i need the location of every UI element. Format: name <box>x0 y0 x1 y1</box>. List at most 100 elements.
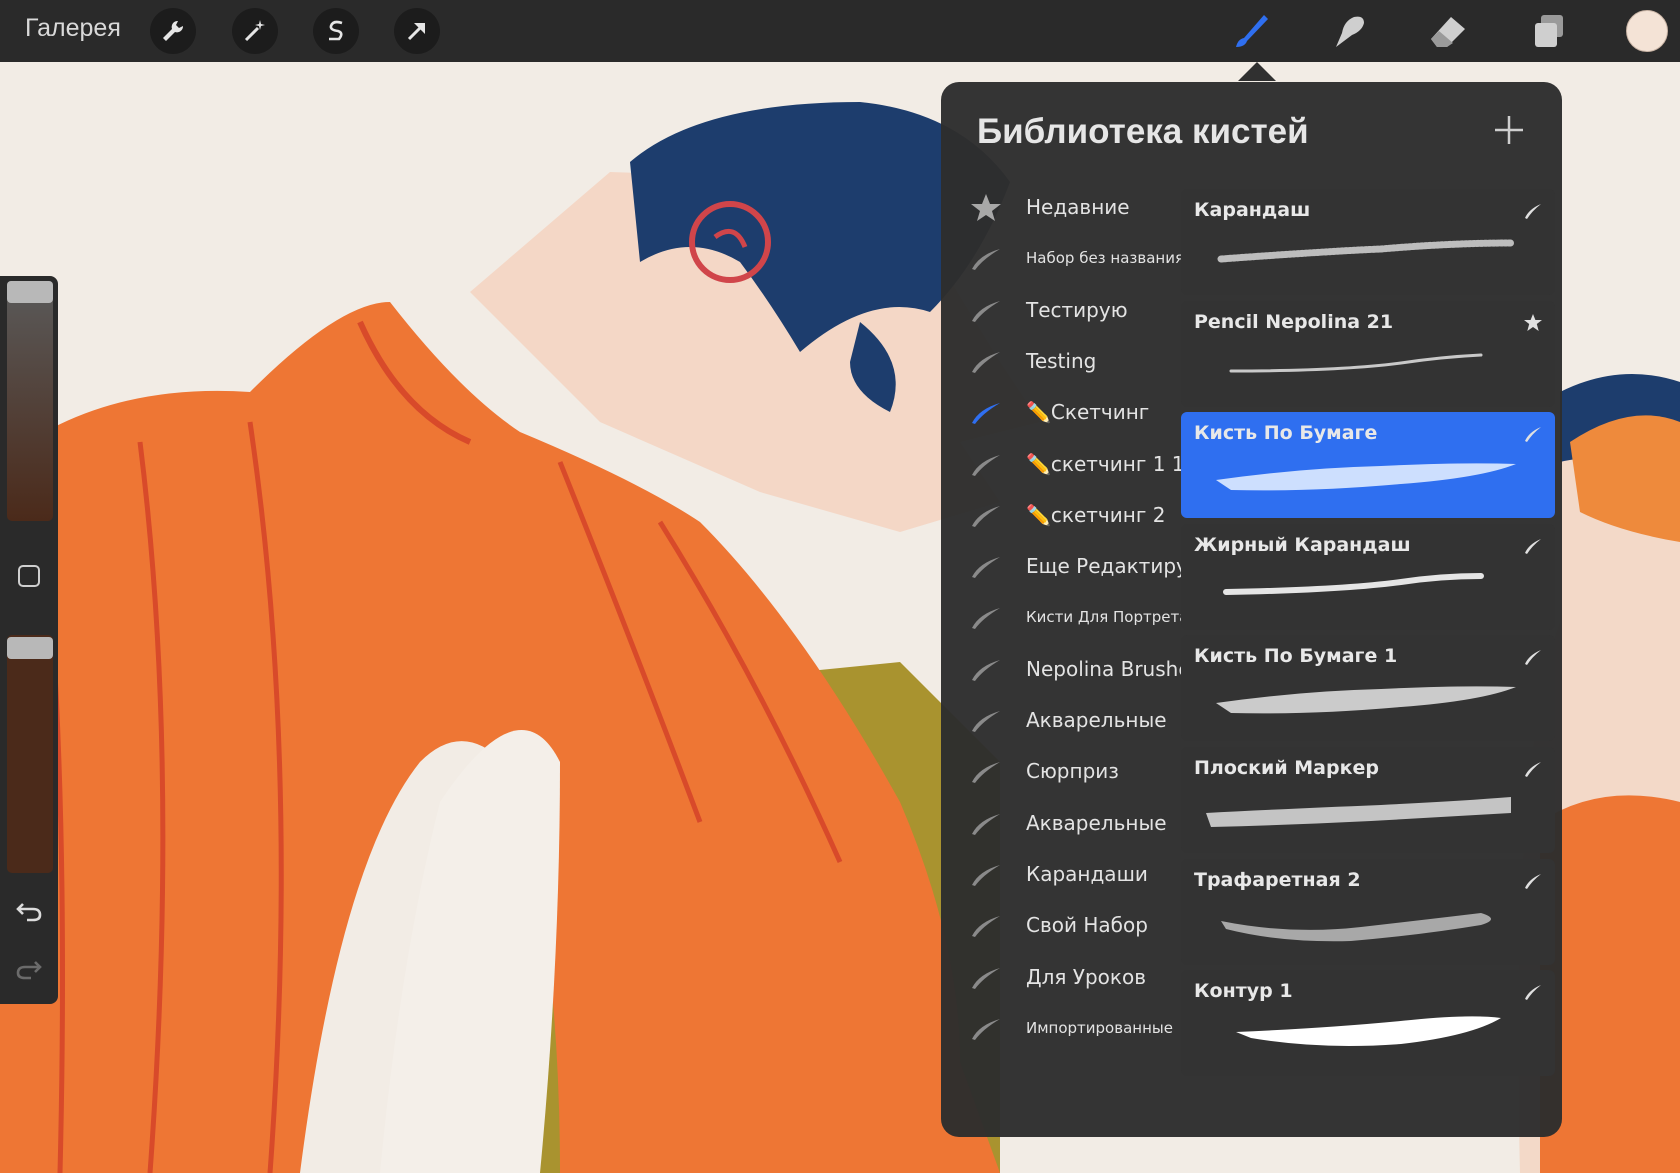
left-sidebar <box>0 276 58 1004</box>
star-icon <box>971 194 1001 221</box>
opacity-slider[interactable] <box>7 635 53 873</box>
adjustments-button[interactable] <box>232 8 278 54</box>
brush-stroke-preview <box>1216 686 1516 714</box>
brush-stroke-icon <box>972 916 1000 938</box>
brush-stroke-preview <box>1229 353 1483 373</box>
brush-set-item[interactable]: Акварельные <box>941 798 1183 848</box>
brush-card[interactable]: Контур 1 <box>1181 970 1555 1077</box>
brush-set-label: Еще Редактирую <box>1026 554 1205 579</box>
brush-set-label: Nepolina Brushes <box>1026 656 1202 681</box>
brush-name: Жирный Карандаш <box>1194 533 1411 556</box>
eraser-icon <box>1431 17 1465 47</box>
selection-button[interactable] <box>313 8 359 54</box>
brush-stroke-icon <box>972 351 1000 373</box>
brush-set-label: Кисти Для Портрета <box>1026 608 1189 627</box>
brush-tool-button[interactable] <box>1229 10 1273 52</box>
brush-set-item[interactable]: Nepolina Brushes <box>941 644 1201 694</box>
modify-button[interactable] <box>18 565 40 587</box>
layers-button[interactable] <box>1526 10 1570 52</box>
brush-set-item[interactable]: Кисти Для Портрета <box>941 592 1188 642</box>
brush-card-selected[interactable]: Кисть По Бумаге <box>1181 412 1555 519</box>
brush-set-label: ✏️скетчинг 2 <box>1026 502 1166 527</box>
brush-card[interactable]: Плоский Маркер <box>1181 747 1555 853</box>
eraser-tool-button[interactable] <box>1426 10 1470 52</box>
brush-name: Плоский Маркер <box>1194 757 1379 779</box>
brush-set-item[interactable]: Для Уроков <box>941 952 1183 1002</box>
brush-stroke-icon <box>972 454 1000 476</box>
brush-name: Контур 1 <box>1194 980 1293 1003</box>
brush-card[interactable]: Карандаш <box>1181 189 1555 295</box>
brush-stroke-icon <box>1525 873 1541 889</box>
brush-set-item[interactable]: Свой Набор <box>941 900 1183 950</box>
smudge-tool-button[interactable] <box>1327 10 1371 52</box>
brush-stroke-icon <box>972 967 1000 989</box>
brush-stroke-icon <box>1525 538 1541 554</box>
brush-set-label: Акварельные <box>1026 708 1167 732</box>
brush-set-item[interactable]: ✏️скетчинг 2 <box>941 490 1183 540</box>
brush-set-item[interactable]: Набор без названия <box>941 233 1184 283</box>
magic-wand-icon <box>244 20 265 42</box>
panel-pointer <box>1238 62 1276 81</box>
brush-stroke-icon <box>972 249 1000 271</box>
actions-button[interactable] <box>150 8 196 54</box>
plus-icon[interactable] <box>1491 112 1527 148</box>
brush-set-item[interactable]: Сюрприз <box>941 746 1183 796</box>
brush-set-label: Карандаши <box>1026 861 1148 886</box>
brush-stroke-icon <box>972 762 1000 784</box>
brush-stroke-icon <box>972 864 1000 886</box>
brush-set-item[interactable]: Тестирую <box>941 285 1183 335</box>
brush-set-item[interactable]: ✏️Скетчинг <box>941 387 1183 437</box>
panel-title: Библиотека кистей <box>977 112 1309 151</box>
brush-size-handle[interactable] <box>7 281 53 303</box>
brush-stroke-icon <box>1525 985 1541 1001</box>
brush-card[interactable]: Жирный Карандаш <box>1181 523 1555 630</box>
brush-name: Кисть По Бумаге 1 <box>1194 645 1398 668</box>
brush-set-label: Сюрприз <box>1026 759 1119 784</box>
brush-set-label: Недавние <box>1026 195 1130 219</box>
top-toolbar: Галерея <box>0 0 1680 62</box>
brush-set-label: Свой Набор <box>1026 913 1148 938</box>
brush-set-item[interactable]: Еще Редактирую <box>941 541 1205 591</box>
brush-set-item[interactable]: ✏️скетчинг 1 1 <box>941 439 1185 489</box>
smudge-icon <box>1336 16 1364 47</box>
brush-set-item[interactable]: Импортированные <box>941 1003 1183 1053</box>
redo-icon[interactable] <box>15 956 43 982</box>
brush-stroke-preview <box>1223 572 1484 595</box>
layers-icon <box>1535 15 1563 47</box>
brush-library-panel: Библиотека кистей Недавние Набор без назв… <box>941 82 1562 1137</box>
brush-set-item[interactable]: Testing <box>941 336 1183 386</box>
brush-stroke-icon <box>972 300 1000 322</box>
brush-set-label: Testing <box>1026 348 1097 373</box>
brush-icon <box>1236 15 1268 47</box>
brush-stroke-icon <box>1525 650 1541 666</box>
brush-card[interactable]: Кисть По Бумаге 1 <box>1181 635 1555 742</box>
star-icon <box>1524 313 1542 331</box>
brush-stroke-icon <box>972 813 1000 835</box>
brush-stroke-icon <box>972 659 1000 681</box>
selection-s-icon <box>329 20 343 41</box>
brush-card[interactable]: Трафаретная 2 <box>1181 858 1555 965</box>
brush-set-label: Акварельные <box>1026 810 1167 835</box>
brush-stroke-icon <box>1525 427 1541 443</box>
brush-name: Кисть По Бумаге <box>1194 422 1378 445</box>
gallery-button[interactable]: Галерея <box>25 14 121 43</box>
brush-set-label: Для Уроков <box>1026 964 1147 989</box>
brush-card[interactable]: Pencil Nepolina 21 <box>1181 300 1555 407</box>
brush-set-item[interactable]: Недавние <box>941 182 1183 232</box>
transform-button[interactable] <box>394 8 440 54</box>
brush-stroke-icon <box>1525 204 1541 219</box>
brush-stroke-icon <box>972 1018 1000 1040</box>
brush-stroke-preview <box>1206 797 1511 827</box>
brush-set-label: Тестирую <box>1026 297 1128 322</box>
brush-stroke-icon <box>972 608 1000 630</box>
brush-name: Карандаш <box>1194 199 1311 221</box>
brush-stroke-icon <box>1525 762 1541 777</box>
brush-size-slider[interactable] <box>7 281 53 521</box>
brush-stroke-preview <box>1217 239 1515 263</box>
opacity-handle[interactable] <box>7 637 53 659</box>
brush-set-item[interactable]: Карандаши <box>941 849 1183 899</box>
brush-stroke-icon <box>972 505 1000 527</box>
brush-set-item[interactable]: Акварельные <box>941 695 1183 745</box>
color-picker-button[interactable] <box>1626 10 1668 52</box>
undo-icon[interactable] <box>15 898 43 924</box>
